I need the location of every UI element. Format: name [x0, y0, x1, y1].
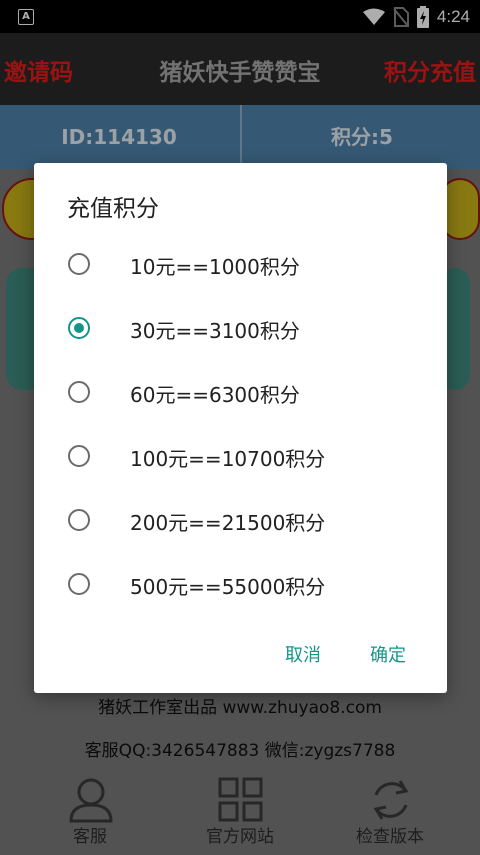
confirm-button[interactable]: 确定 [370, 641, 406, 667]
cancel-button[interactable]: 取消 [285, 641, 321, 667]
option-label: 500元==55000积分 [130, 575, 326, 599]
radio-button[interactable] [68, 573, 90, 595]
recharge-option[interactable]: 200元==21500积分 [34, 490, 447, 554]
recharge-dialog: 充值积分 10元==1000积分 30元==3100积分 60元==6300积分… [34, 163, 447, 693]
radio-button-selected[interactable] [68, 317, 90, 339]
radio-button[interactable] [68, 253, 90, 275]
dialog-title: 充值积分 [67, 196, 159, 222]
option-label: 30元==3100积分 [130, 319, 300, 343]
radio-button[interactable] [68, 509, 90, 531]
radio-button[interactable] [68, 381, 90, 403]
recharge-option[interactable]: 60元==6300积分 [34, 362, 447, 426]
option-label: 100元==10700积分 [130, 447, 326, 471]
recharge-option[interactable]: 100元==10700积分 [34, 426, 447, 490]
option-label: 10元==1000积分 [130, 255, 300, 279]
radio-button[interactable] [68, 445, 90, 467]
recharge-option[interactable]: 10元==1000积分 [34, 234, 447, 298]
recharge-option[interactable]: 500元==55000积分 [34, 554, 447, 618]
option-label: 60元==6300积分 [130, 383, 300, 407]
option-label: 200元==21500积分 [130, 511, 326, 535]
recharge-option[interactable]: 30元==3100积分 [34, 298, 447, 362]
